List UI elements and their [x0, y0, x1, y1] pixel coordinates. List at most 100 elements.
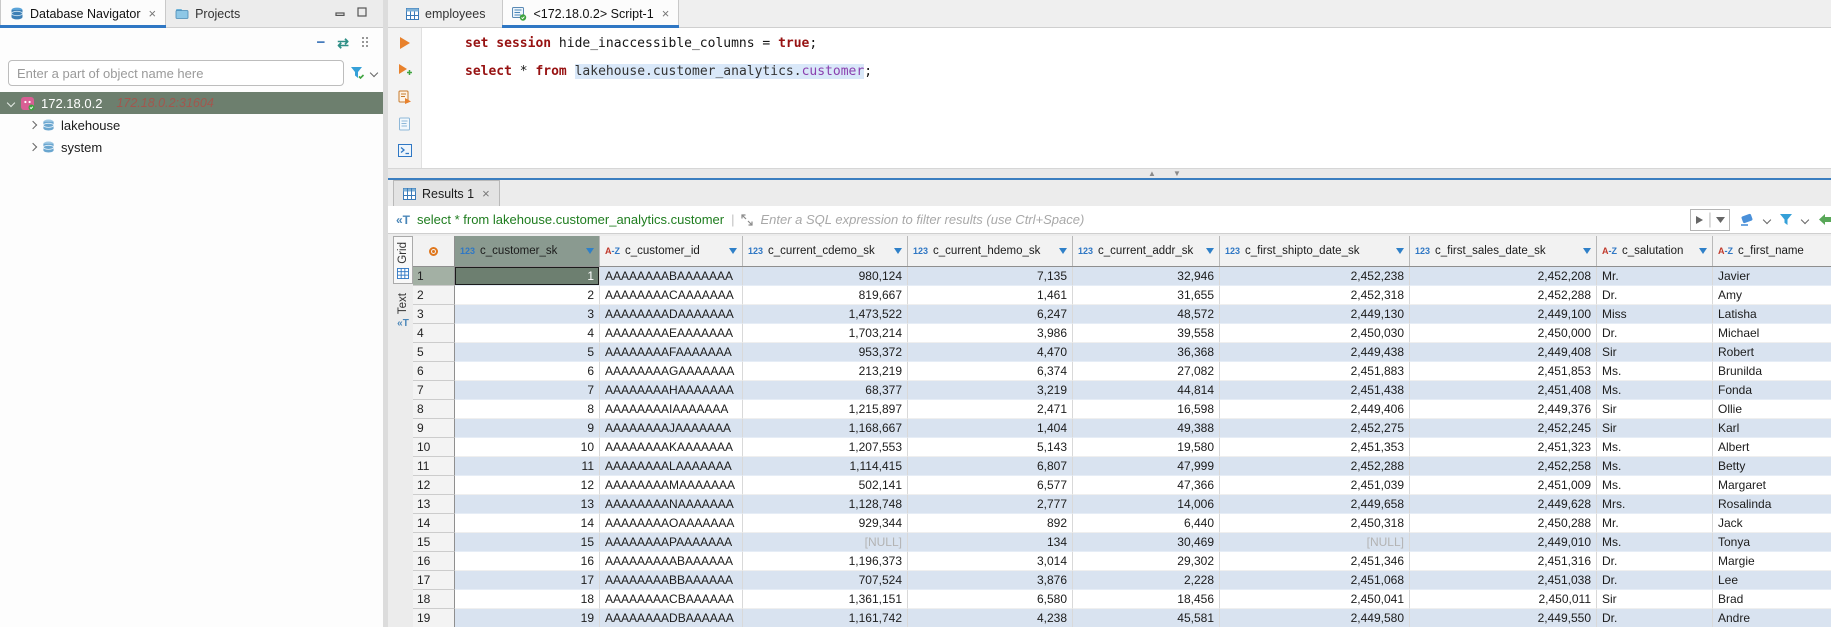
grid-cell[interactable]: 2,451,316: [1410, 552, 1597, 571]
grid-cell[interactable]: Ms.: [1597, 362, 1713, 381]
explain-plan-icon[interactable]: [398, 117, 412, 131]
row-number[interactable]: 19: [413, 609, 455, 627]
column-filter-arrow-icon[interactable]: [1699, 248, 1707, 254]
grid-cell[interactable]: 2,777: [908, 495, 1073, 514]
grid-cell[interactable]: 3,219: [908, 381, 1073, 400]
grid-cell[interactable]: 13: [455, 495, 600, 514]
grid-cell[interactable]: 1,473,522: [743, 305, 908, 324]
grid-cell[interactable]: AAAAAAAADAAAAAAA: [600, 305, 743, 324]
grid-cell[interactable]: Mrs.: [1597, 495, 1713, 514]
collapse-all-icon[interactable]: −: [317, 38, 326, 48]
grid-cell[interactable]: Michael: [1713, 324, 1831, 343]
erase-dropdown-chevron[interactable]: [1763, 215, 1771, 223]
grid-cell[interactable]: 1,461: [908, 286, 1073, 305]
grid-cell[interactable]: Andre: [1713, 609, 1831, 627]
grid-cell[interactable]: Sir: [1597, 343, 1713, 362]
grid-cell[interactable]: 2,450,288: [1410, 514, 1597, 533]
grid-cell[interactable]: 47,999: [1073, 457, 1220, 476]
row-number[interactable]: 9: [413, 419, 455, 438]
tree-item-lakehouse[interactable]: lakehouse: [0, 114, 383, 136]
tab-results-1[interactable]: Results 1 ×: [393, 180, 500, 206]
grid-cell[interactable]: 2,451,039: [1220, 476, 1410, 495]
back-arrow-icon[interactable]: [1817, 213, 1831, 226]
grid-cell[interactable]: AAAAAAAACBAAAAAA: [600, 590, 743, 609]
sql-code-editor[interactable]: set session hide_inaccessible_columns = …: [423, 28, 1831, 168]
row-number[interactable]: 10: [413, 438, 455, 457]
row-number[interactable]: 14: [413, 514, 455, 533]
grid-cell[interactable]: 6,374: [908, 362, 1073, 381]
filter-funnel-icon[interactable]: [1779, 213, 1793, 226]
grid-cell[interactable]: 2,452,288: [1220, 457, 1410, 476]
column-filter-arrow-icon[interactable]: [1583, 248, 1591, 254]
grid-cell[interactable]: 48,572: [1073, 305, 1220, 324]
grid-cell[interactable]: AAAAAAAACAAAAAAA: [600, 286, 743, 305]
sash-up-arrow-icon[interactable]: ▲: [1148, 170, 1156, 178]
grid-cell[interactable]: 4,238: [908, 609, 1073, 627]
grid-cell[interactable]: 2,451,408: [1410, 381, 1597, 400]
grid-cell[interactable]: AAAAAAAABBAAAAAA: [600, 571, 743, 590]
grid-cell[interactable]: 2,449,376: [1410, 400, 1597, 419]
grid-cell[interactable]: 2,450,011: [1410, 590, 1597, 609]
grid-cell[interactable]: 1,361,151: [743, 590, 908, 609]
object-search-input[interactable]: [8, 60, 344, 86]
grid-cell[interactable]: 2,452,258: [1410, 457, 1597, 476]
filter-objects-icon[interactable]: [350, 66, 365, 80]
grid-cell[interactable]: 1,161,742: [743, 609, 908, 627]
grid-cell[interactable]: Dr.: [1597, 609, 1713, 627]
grid-cell[interactable]: Karl: [1713, 419, 1831, 438]
grid-cell[interactable]: 18: [455, 590, 600, 609]
tree-item-system[interactable]: system: [0, 136, 383, 158]
apply-filter-button[interactable]: |: [1690, 209, 1730, 231]
grid-cell[interactable]: Albert: [1713, 438, 1831, 457]
column-header-c_first_name[interactable]: A-Zc_first_name: [1713, 236, 1831, 266]
grid-cell[interactable]: 2,449,130: [1220, 305, 1410, 324]
row-number[interactable]: 2: [413, 286, 455, 305]
grid-cell[interactable]: Ms.: [1597, 476, 1713, 495]
grid-cell[interactable]: 6,580: [908, 590, 1073, 609]
grid-cell[interactable]: 1: [455, 267, 600, 286]
grid-cell[interactable]: Betty: [1713, 457, 1831, 476]
row-number[interactable]: 16: [413, 552, 455, 571]
grid-cell[interactable]: Dr.: [1597, 571, 1713, 590]
column-header-c_customer_id[interactable]: A-Zc_customer_id: [600, 236, 743, 266]
grid-cell[interactable]: 47,366: [1073, 476, 1220, 495]
grid-cell[interactable]: 1,128,748: [743, 495, 908, 514]
grid-cell[interactable]: 4: [455, 324, 600, 343]
grid-cell[interactable]: AAAAAAAAHAAAAAAA: [600, 381, 743, 400]
grid-cell[interactable]: 1,207,553: [743, 438, 908, 457]
grid-cell[interactable]: Margaret: [1713, 476, 1831, 495]
tab-projects[interactable]: Projects: [166, 0, 249, 27]
grid-cell[interactable]: 2,449,100: [1410, 305, 1597, 324]
grid-cell[interactable]: AAAAAAAAJAAAAAAA: [600, 419, 743, 438]
column-header-c_customer_sk[interactable]: 123c_customer_sk: [455, 236, 600, 266]
grid-cell[interactable]: 19: [455, 609, 600, 627]
grid-cell[interactable]: 19,580: [1073, 438, 1220, 457]
grid-cell[interactable]: Miss: [1597, 305, 1713, 324]
grid-cell[interactable]: 9: [455, 419, 600, 438]
grid-cell[interactable]: 2,449,408: [1410, 343, 1597, 362]
column-header-c_current_cdemo_sk[interactable]: 123c_current_cdemo_sk: [743, 236, 908, 266]
grid-cell[interactable]: 2,451,353: [1220, 438, 1410, 457]
grid-cell[interactable]: Brunilda: [1713, 362, 1831, 381]
grid-cell[interactable]: 17: [455, 571, 600, 590]
close-icon[interactable]: ×: [662, 7, 670, 20]
row-number[interactable]: 7: [413, 381, 455, 400]
grid-cell[interactable]: AAAAAAAAKAAAAAAA: [600, 438, 743, 457]
grid-cell[interactable]: AAAAAAAAEAAAAAAA: [600, 324, 743, 343]
grid-cell[interactable]: 68,377: [743, 381, 908, 400]
grid-cell[interactable]: AAAAAAAAIAAAAAAA: [600, 400, 743, 419]
grid-cell[interactable]: Jack: [1713, 514, 1831, 533]
grid-cell[interactable]: 2,228: [1073, 571, 1220, 590]
column-header-c_current_addr_sk[interactable]: 123c_current_addr_sk: [1073, 236, 1220, 266]
grid-cell[interactable]: 31,655: [1073, 286, 1220, 305]
grid-cell[interactable]: Tonya: [1713, 533, 1831, 552]
grid-cell[interactable]: Amy: [1713, 286, 1831, 305]
grid-cell[interactable]: 2,449,438: [1220, 343, 1410, 362]
grid-cell[interactable]: 707,524: [743, 571, 908, 590]
grid-cell[interactable]: 15: [455, 533, 600, 552]
grid-cell[interactable]: 2,449,550: [1410, 609, 1597, 627]
grid-cell[interactable]: 27,082: [1073, 362, 1220, 381]
grid-cell[interactable]: 6,247: [908, 305, 1073, 324]
grid-cell[interactable]: AAAAAAAALAAAAAAA: [600, 457, 743, 476]
column-filter-arrow-icon[interactable]: [1206, 248, 1214, 254]
